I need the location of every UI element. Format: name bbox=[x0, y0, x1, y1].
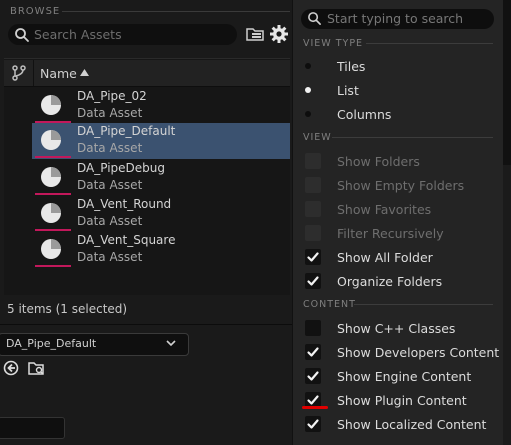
asset-selector-value: DA_Pipe_Default bbox=[6, 337, 97, 350]
option-checkbox bbox=[305, 153, 321, 169]
asset-type: Data Asset bbox=[77, 178, 143, 192]
view-type-option[interactable]: Tiles bbox=[337, 59, 365, 74]
background-panel bbox=[503, 0, 511, 165]
option-checkbox[interactable] bbox=[305, 249, 321, 265]
asset-type: Data Asset bbox=[77, 214, 143, 228]
view-type-option[interactable]: Columns bbox=[337, 107, 391, 122]
asset-row[interactable]: DA_Vent_Round Data Asset bbox=[32, 196, 290, 232]
property-value-field[interactable] bbox=[0, 417, 65, 439]
option-label: Show Favorites bbox=[337, 202, 432, 217]
option-label[interactable]: Show Engine Content bbox=[337, 369, 471, 384]
asset-name: DA_PipeDebug bbox=[77, 161, 166, 175]
search-icon bbox=[15, 28, 29, 42]
search-icon bbox=[308, 12, 321, 25]
source-control-branch-icon[interactable] bbox=[10, 64, 28, 82]
option-label[interactable]: Show C++ Classes bbox=[337, 321, 455, 336]
option-checkbox[interactable] bbox=[305, 416, 321, 432]
view-type-radio[interactable] bbox=[305, 63, 311, 69]
divider bbox=[0, 324, 292, 325]
chevron-down-icon bbox=[166, 340, 176, 347]
asset-name: DA_Pipe_02 bbox=[77, 89, 147, 103]
view-type-radio[interactable] bbox=[305, 111, 311, 117]
section-divider bbox=[62, 11, 290, 12]
option-checkbox[interactable] bbox=[305, 273, 321, 289]
folder-filter-icon[interactable] bbox=[245, 25, 265, 43]
section-divider bbox=[332, 137, 493, 138]
asset-row[interactable]: DA_Vent_Square Data Asset bbox=[32, 232, 290, 268]
asset-row[interactable]: DA_PipeDebug Data Asset bbox=[32, 160, 290, 196]
option-label[interactable]: Show Developers Content bbox=[337, 345, 499, 360]
option-checkbox bbox=[305, 225, 321, 241]
asset-name: DA_Pipe_Default bbox=[77, 124, 176, 138]
asset-type-color-bar bbox=[35, 156, 71, 158]
option-checkbox bbox=[305, 201, 321, 217]
asset-name: DA_Vent_Round bbox=[77, 197, 172, 211]
section-divider bbox=[354, 304, 493, 305]
option-label[interactable]: Organize Folders bbox=[337, 274, 442, 289]
sort-ascending-icon bbox=[80, 69, 89, 76]
option-label[interactable]: Show Localized Content bbox=[337, 417, 486, 432]
browse-section-label: BROWSE bbox=[10, 6, 61, 17]
asset-type-color-bar bbox=[35, 265, 71, 267]
gear-icon[interactable] bbox=[268, 23, 290, 45]
option-checkbox[interactable] bbox=[305, 368, 321, 384]
option-label: Show Empty Folders bbox=[337, 178, 465, 193]
asset-name: DA_Vent_Square bbox=[77, 233, 176, 247]
use-selected-asset-icon[interactable] bbox=[3, 360, 19, 376]
data-asset-thumbnail-icon bbox=[41, 239, 61, 259]
data-asset-thumbnail-icon bbox=[41, 167, 61, 187]
view-type-option[interactable]: List bbox=[337, 83, 359, 98]
option-checkbox[interactable] bbox=[305, 320, 321, 336]
option-checkbox[interactable] bbox=[305, 344, 321, 360]
view-type-radio[interactable] bbox=[305, 87, 311, 93]
section-divider bbox=[366, 43, 493, 44]
option-label: Filter Recursively bbox=[337, 226, 444, 241]
annotation-underline bbox=[302, 406, 328, 409]
option-checkbox bbox=[305, 177, 321, 193]
asset-type-color-bar bbox=[35, 193, 71, 195]
menu-search-placeholder: Start typing to search bbox=[327, 11, 464, 26]
search-assets-placeholder: Search Assets bbox=[34, 27, 122, 42]
asset-row[interactable]: DA_Pipe_02 Data Asset bbox=[32, 88, 290, 124]
column-separator bbox=[33, 60, 34, 86]
item-count-status: 5 items (1 selected) bbox=[7, 302, 128, 316]
asset-type-color-bar bbox=[35, 229, 71, 231]
name-column-header[interactable]: Name bbox=[40, 66, 77, 81]
option-label: Show Folders bbox=[337, 154, 420, 169]
view-type-section-label: VIEW TYPE bbox=[303, 38, 364, 49]
asset-type: Data Asset bbox=[77, 106, 143, 120]
asset-row[interactable]: DA_Pipe_Default Data Asset bbox=[32, 123, 290, 159]
asset-type: Data Asset bbox=[77, 141, 143, 155]
browse-to-asset-icon[interactable] bbox=[27, 359, 45, 377]
data-asset-thumbnail-icon bbox=[41, 130, 61, 150]
asset-type: Data Asset bbox=[77, 250, 143, 264]
content-section-label: CONTENT bbox=[303, 299, 356, 310]
data-asset-thumbnail-icon bbox=[41, 95, 61, 115]
data-asset-thumbnail-icon bbox=[41, 203, 61, 223]
view-section-label: VIEW bbox=[303, 132, 332, 143]
option-label[interactable]: Show All Folder bbox=[337, 250, 433, 265]
option-label[interactable]: Show Plugin Content bbox=[337, 393, 467, 408]
